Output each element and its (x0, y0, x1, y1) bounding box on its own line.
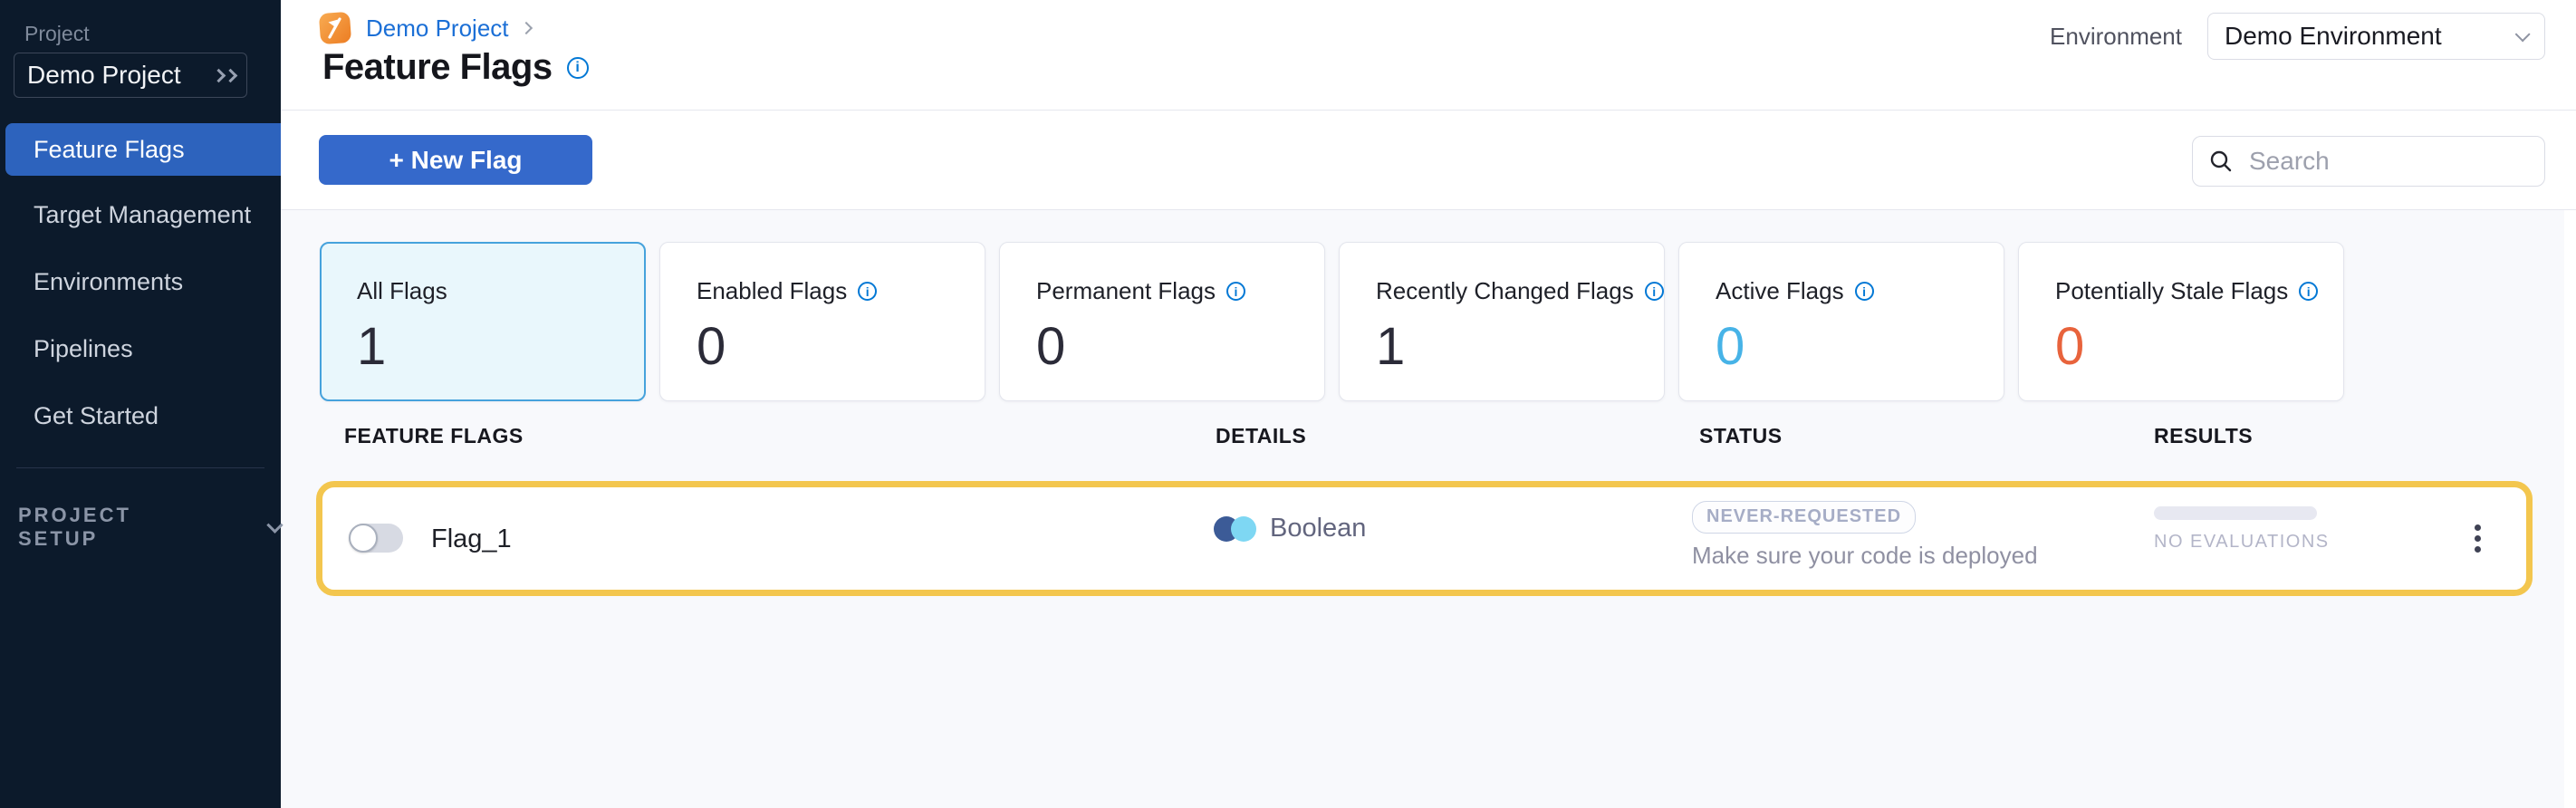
stat-card-all-flags[interactable]: All Flags 1 (320, 242, 646, 401)
sidebar-item-feature-flags[interactable]: Feature Flags (5, 123, 281, 176)
page-title-info-icon[interactable] (567, 57, 589, 79)
flag-results-cell: NO EVALUATIONS (2154, 506, 2330, 553)
new-flag-button[interactable]: + New Flag (319, 135, 592, 185)
info-icon[interactable] (1226, 282, 1245, 301)
evaluations-progress-bar (2154, 506, 2317, 520)
harness-feature-flags-logo-icon (317, 10, 353, 46)
breadcrumb-chevron-icon (519, 22, 532, 34)
column-header-details: DETAILS (1216, 424, 1306, 448)
boolean-type-icon (1214, 515, 1257, 543)
sidebar-item-label: Get Started (34, 402, 159, 430)
info-icon[interactable] (1645, 282, 1664, 301)
toggle-knob (349, 524, 378, 553)
search-box (2192, 136, 2545, 187)
breadcrumb-project-link[interactable]: Demo Project (366, 14, 509, 43)
stat-label: Enabled Flags (697, 277, 847, 305)
content-area: All Flags 1 Enabled Flags 0 Permanent Fl… (281, 210, 2576, 808)
results-text: NO EVALUATIONS (2154, 532, 2330, 553)
project-label: Project (24, 22, 90, 46)
status-text: Make sure your code is deployed (1692, 542, 2038, 570)
stat-value: 1 (1376, 316, 1664, 377)
environment-label: Environment (2050, 23, 2182, 51)
sidebar-item-label: Environments (34, 268, 183, 296)
project-setup-label: PROJECT SETUP (18, 504, 216, 551)
stat-label: Potentially Stale Flags (2055, 277, 2288, 305)
stat-label: All Flags (357, 277, 447, 305)
info-icon[interactable] (2299, 282, 2318, 301)
project-selector[interactable]: Demo Project (14, 53, 247, 98)
sidebar-divider (16, 467, 264, 468)
sidebar-item-pipelines[interactable]: Pipelines (0, 322, 281, 375)
stat-label: Recently Changed Flags (1376, 277, 1634, 305)
stat-card-permanent-flags[interactable]: Permanent Flags 0 (999, 242, 1325, 401)
project-setup-section-toggle[interactable]: PROJECT SETUP (18, 504, 281, 551)
search-icon (2207, 148, 2235, 175)
chevron-down-icon (2515, 26, 2531, 42)
search-input[interactable] (2249, 147, 2521, 176)
stat-card-enabled-flags[interactable]: Enabled Flags 0 (659, 242, 985, 401)
sidebar-item-environments[interactable]: Environments (0, 255, 281, 308)
stats-row: All Flags 1 Enabled Flags 0 Permanent Fl… (320, 242, 2344, 401)
column-header-status: STATUS (1699, 424, 1783, 448)
flag-status-cell: NEVER-REQUESTED Make sure your code is d… (1692, 501, 2038, 570)
stat-value: 0 (2055, 316, 2343, 377)
environment-select-value: Demo Environment (2208, 22, 2442, 51)
stat-card-recently-changed-flags[interactable]: Recently Changed Flags 1 (1339, 242, 1665, 401)
stat-value: 1 (357, 316, 644, 377)
sidebar-item-label: Feature Flags (34, 136, 185, 164)
stat-label: Permanent Flags (1036, 277, 1216, 305)
project-selector-value: Demo Project (14, 61, 181, 90)
chevron-down-icon (266, 516, 283, 533)
stat-card-potentially-stale-flags[interactable]: Potentially Stale Flags 0 (2018, 242, 2344, 401)
stat-value: 0 (697, 316, 985, 377)
info-icon[interactable] (1855, 282, 1874, 301)
page-header: Demo Project Feature Flags Environment D… (281, 0, 2576, 111)
sidebar-item-get-started[interactable]: Get Started (0, 390, 281, 442)
stat-value: 0 (1036, 316, 1324, 377)
table-row-flag-1[interactable]: Flag_1 Boolean NEVER-REQUESTED Make sure… (316, 481, 2533, 596)
info-icon[interactable] (858, 282, 877, 301)
column-header-results: RESULTS (2154, 424, 2253, 448)
column-header-feature-flags: FEATURE FLAGS (344, 424, 524, 448)
sidebar-item-label: Target Management (34, 201, 251, 229)
flag-name[interactable]: Flag_1 (431, 524, 512, 554)
status-badge: NEVER-REQUESTED (1692, 501, 1916, 534)
sidebar: Project Demo Project Feature Flags Targe… (0, 0, 281, 808)
flag-enabled-toggle[interactable] (349, 524, 403, 553)
row-options-menu-button[interactable] (2459, 513, 2495, 563)
double-chevron-right-icon (214, 71, 235, 81)
page-title: Feature Flags (322, 47, 553, 88)
flag-type: Boolean (1270, 514, 1366, 543)
sidebar-item-target-management[interactable]: Target Management (0, 188, 281, 241)
breadcrumb: Demo Project (317, 10, 531, 46)
toolbar: + New Flag (281, 111, 2576, 210)
flag-details-cell: Boolean (1214, 514, 1366, 543)
sidebar-item-label: Pipelines (34, 335, 133, 363)
feature-flags-page: Project Demo Project Feature Flags Targe… (0, 0, 2576, 808)
stat-value: 0 (1716, 316, 2004, 377)
scrollbar-track[interactable] (2564, 210, 2576, 808)
environment-select[interactable]: Demo Environment (2207, 13, 2545, 60)
stat-label: Active Flags (1716, 277, 1844, 305)
stat-card-active-flags[interactable]: Active Flags 0 (1678, 242, 2004, 401)
